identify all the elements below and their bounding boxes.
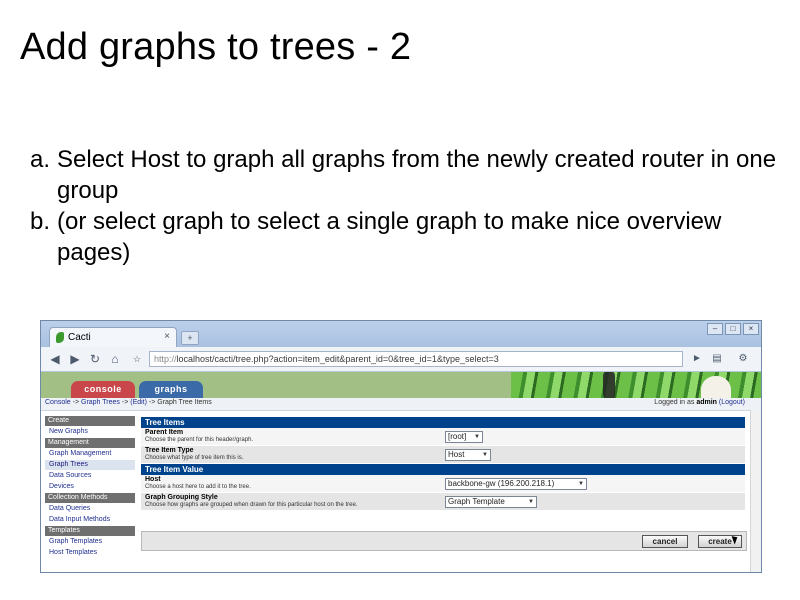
field-description: Choose a host here to add it to the tree… [145, 484, 251, 490]
form-row-parent-item: Parent Item Choose the parent for this h… [141, 428, 745, 446]
select-value: backbone-gw (196.200.218.1) [448, 479, 555, 488]
url-scheme: http:// [154, 354, 177, 364]
bullet-marker: a. [30, 146, 51, 173]
address-bar[interactable]: http://localhost/cacti/tree.php?action=i… [149, 351, 683, 367]
host-select[interactable]: backbone-gw (196.200.218.1) ▼ [445, 478, 587, 490]
menu-header-templates: Templates [45, 526, 135, 536]
console-menu: Create New Graphs Management Graph Manag… [45, 416, 135, 559]
page-menu-icon[interactable]: ▤ [709, 351, 725, 367]
tree-item-form: Tree Items Parent Item Choose the parent… [141, 417, 745, 511]
close-icon[interactable]: × [743, 323, 759, 335]
breadcrumb-separator: -> [70, 399, 81, 406]
breadcrumb-current: Graph Tree Items [157, 399, 212, 406]
field-label: Tree Item Type [145, 447, 194, 454]
graph-grouping-select[interactable]: Graph Template ▼ [445, 496, 537, 508]
menu-item-data-input-methods[interactable]: Data Input Methods [45, 515, 135, 525]
forward-icon[interactable]: ▶ [67, 351, 83, 367]
breadcrumb: Console -> Graph Trees -> (Edit) -> Grap… [45, 399, 212, 406]
chevron-down-icon: ▼ [528, 499, 534, 505]
menu-item-data-queries[interactable]: Data Queries [45, 504, 135, 514]
minimize-icon[interactable]: – [707, 323, 723, 335]
field-description: Choose the parent for this header/graph. [145, 437, 254, 443]
field-label: Graph Grouping Style [145, 494, 218, 501]
logout-link[interactable]: (Logout) [719, 399, 745, 406]
select-value: Graph Template [448, 497, 505, 506]
breadcrumb-console[interactable]: Console [45, 399, 71, 406]
menu-item-new-graphs[interactable]: New Graphs [45, 427, 135, 437]
cacti-logo-icon [56, 332, 64, 343]
bullet-text: Select Host to graph all graphs from the… [57, 146, 777, 204]
tree-item-value-header: Tree Item Value [141, 464, 745, 475]
logged-in-label: Logged in as [654, 399, 695, 406]
menu-item-devices[interactable]: Devices [45, 482, 135, 492]
slide-title: Add graphs to trees - 2 [20, 26, 412, 68]
menu-item-graph-trees[interactable]: Graph Trees [45, 460, 135, 470]
tab-close-icon[interactable]: × [164, 331, 170, 342]
field-description: Choose how graphs are grouped when drawn… [145, 502, 358, 508]
back-icon[interactable]: ◀ [47, 351, 63, 367]
scrollbar[interactable] [750, 410, 761, 572]
chevron-down-icon: ▼ [482, 452, 488, 458]
form-row-host: Host Choose a host here to add it to the… [141, 475, 745, 493]
field-description: Choose what type of tree item this is. [145, 455, 244, 461]
field-label: Host [145, 476, 161, 483]
menu-header-create: Create [45, 416, 135, 426]
browser-tab[interactable]: Cacti × [49, 327, 177, 348]
bullet-list: a. Select Host to graph all graphs from … [30, 144, 790, 268]
tab-console[interactable]: console [71, 381, 135, 398]
menu-item-data-sources[interactable]: Data Sources [45, 471, 135, 481]
go-icon[interactable]: ► [689, 351, 705, 367]
new-tab-button[interactable]: + [181, 331, 199, 345]
bullet-item: a. Select Host to graph all graphs from … [30, 144, 790, 206]
login-status: Logged in as admin (Logout) [654, 399, 745, 406]
menu-header-collection-methods: Collection Methods [45, 493, 135, 503]
cancel-button[interactable]: cancel [642, 535, 688, 548]
menu-header-management: Management [45, 438, 135, 448]
browser-toolbar: ◀ ▶ ↻ ⌂ ☆ http://localhost/cacti/tree.ph… [41, 347, 761, 372]
menu-item-host-templates[interactable]: Host Templates [45, 548, 135, 558]
banner-decoration [701, 376, 731, 398]
home-icon[interactable]: ⌂ [107, 351, 123, 367]
maximize-icon[interactable]: □ [725, 323, 741, 335]
tab-graphs[interactable]: graphs [139, 381, 203, 398]
browser-tabstrip: Cacti × + – □ × [41, 321, 761, 348]
breadcrumb-separator: -> [146, 399, 158, 406]
breadcrumb-edit[interactable]: (Edit) [130, 399, 147, 406]
chevron-down-icon: ▼ [474, 434, 480, 440]
bullet-text: (or select graph to select a single grap… [57, 208, 722, 266]
form-row-graph-grouping-style: Graph Grouping Style Choose how graphs a… [141, 493, 745, 511]
menu-item-graph-templates[interactable]: Graph Templates [45, 537, 135, 547]
breadcrumb-graph-trees[interactable]: Graph Trees [81, 399, 120, 406]
select-value: [root] [448, 432, 467, 441]
form-actions: cancel create [141, 531, 747, 551]
menu-item-graph-management[interactable]: Graph Management [45, 449, 135, 459]
parent-item-select[interactable]: [root] ▼ [445, 431, 483, 443]
bookmark-star-icon[interactable]: ☆ [129, 351, 145, 367]
cactus-banner-image [511, 372, 761, 398]
select-value: Host [448, 450, 465, 459]
chevron-down-icon: ▼ [578, 481, 584, 487]
browser-window: Cacti × + – □ × ◀ ▶ ↻ ⌂ ☆ http://localho… [40, 320, 762, 573]
tree-item-type-select[interactable]: Host ▼ [445, 449, 491, 461]
tree-items-header: Tree Items [141, 417, 745, 428]
breadcrumb-bar: Console -> Graph Trees -> (Edit) -> Grap… [41, 398, 761, 411]
breadcrumb-separator: -> [119, 399, 131, 406]
wrench-icon[interactable]: ⚙ [735, 351, 751, 367]
field-label: Parent Item [145, 429, 184, 436]
reload-icon[interactable]: ↻ [87, 351, 103, 367]
bullet-item: b. (or select graph to select a single g… [30, 206, 790, 268]
browser-tab-title: Cacti [68, 332, 91, 343]
bullet-marker: b. [30, 208, 51, 235]
url-text: localhost/cacti/tree.php?action=item_edi… [176, 354, 499, 364]
banner-decoration [603, 372, 615, 398]
username: admin [696, 399, 717, 406]
form-row-tree-item-type: Tree Item Type Choose what type of tree … [141, 446, 745, 464]
